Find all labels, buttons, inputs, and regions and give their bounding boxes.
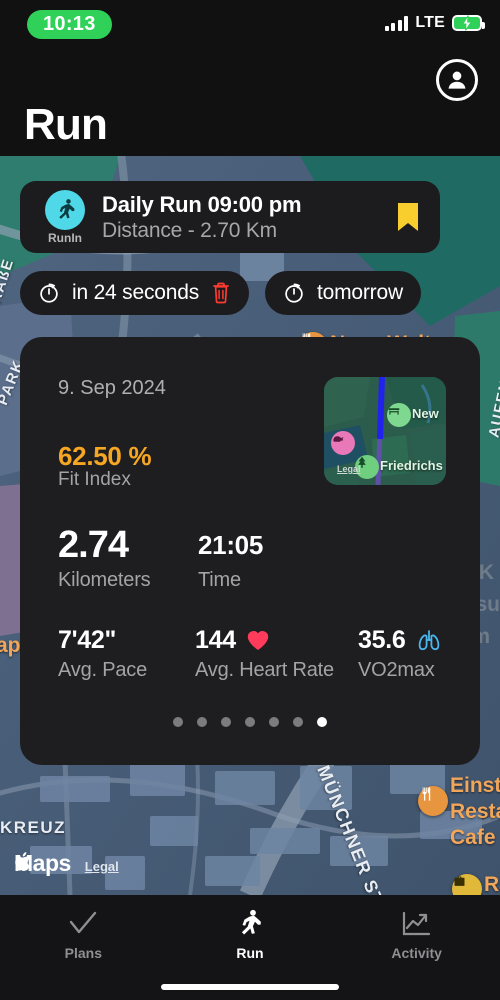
- page-dot-2[interactable]: [221, 717, 231, 727]
- bench-icon: [388, 408, 400, 415]
- thumb-pin-animal: [331, 431, 355, 455]
- timer-chip-in-24-seconds[interactable]: in 24 seconds: [20, 271, 249, 315]
- page-dot-5[interactable]: [293, 717, 303, 727]
- running-person-icon: [236, 909, 264, 939]
- fit-index-value: 62.50 %: [58, 441, 152, 471]
- timer-chip-row: in 24 seconds tomorrow: [20, 271, 421, 315]
- timer-chip-label: tomorrow: [317, 281, 403, 304]
- page-dot-6[interactable]: [317, 717, 327, 727]
- trash-icon[interactable]: [211, 281, 231, 305]
- stat-avg-heart-rate-top: 144: [195, 625, 358, 655]
- tab-activity-label: Activity: [391, 945, 442, 961]
- run-app-name: RunIn: [48, 230, 82, 245]
- account-circle-icon: [448, 71, 466, 89]
- thumb-label-new: New: [412, 406, 439, 421]
- stat-avg-pace-top: 7'42": [58, 625, 195, 655]
- stat-vo2max-top: 35.6: [358, 625, 443, 655]
- page-title: Run: [24, 100, 108, 149]
- stat-avg-pace-value: 7'42": [58, 626, 117, 654]
- run-app-identity: RunIn: [36, 189, 94, 245]
- stat-avg-heart-rate: 144 Avg. Heart Rate: [195, 625, 358, 682]
- stat-time-value: 21:05: [198, 530, 263, 560]
- chart-trend-icon: [402, 909, 432, 939]
- running-person-glyph: [59, 198, 75, 219]
- daily-run-card[interactable]: RunIn Daily Run 09:00 pm Distance - 2.70…: [20, 181, 440, 253]
- primary-stats-row: 2.74 Kilometers 21:05 Time: [58, 525, 458, 592]
- avatar[interactable]: [436, 59, 478, 101]
- tab-plans[interactable]: Plans: [0, 895, 167, 967]
- running-person-icon: [45, 189, 85, 230]
- animal-icon: [333, 436, 344, 442]
- tab-run-label: Run: [236, 945, 264, 961]
- timer-chip-label: in 24 seconds: [72, 281, 199, 304]
- status-indicators: LTE: [384, 14, 485, 32]
- stat-avg-pace: 7'42" Avg. Pace: [58, 625, 195, 682]
- stat-vo2max-value: 35.6: [358, 626, 406, 654]
- stat-vo2max: 35.6 VO2max: [358, 625, 443, 682]
- tab-run[interactable]: Run: [167, 895, 334, 967]
- thumb-label-friedrichs: Friedrichs: [380, 458, 443, 473]
- heart-icon: [247, 631, 269, 650]
- battery-charging-icon: [452, 15, 485, 31]
- apple-logo-icon: [15, 852, 30, 871]
- stat-kilometers: 2.74 Kilometers: [58, 525, 198, 592]
- stat-vo2max-label: VO2max: [358, 659, 435, 681]
- page-indicator-dots[interactable]: [20, 717, 480, 727]
- stat-avg-pace-label: Avg. Pace: [58, 659, 148, 681]
- run-stats-panel[interactable]: 9. Sep 2024 62.50 % Fit Index New Friedr…: [20, 337, 480, 765]
- page-header: Run: [0, 52, 500, 156]
- apple-maps-logo: Maps: [14, 850, 71, 877]
- signal-bars-icon: [384, 15, 409, 31]
- thumb-pin-new: [387, 403, 411, 427]
- bottom-tab-bar: Plans Run Activity: [0, 895, 500, 1000]
- status-bar: 10:13 LTE: [0, 0, 500, 52]
- run-card-text: Daily Run 09:00 pm Distance - 2.70 Km: [102, 192, 396, 243]
- home-indicator: [161, 984, 339, 990]
- lungs-icon: [419, 630, 440, 651]
- legal-link[interactable]: Legal: [85, 859, 119, 877]
- map-attribution: Maps Legal: [14, 850, 119, 877]
- fit-index-label: Fit Index: [58, 469, 131, 490]
- stat-kilometers-top: 2.74: [58, 525, 198, 565]
- timer-icon: [40, 283, 58, 303]
- timer-icon: [285, 283, 303, 303]
- stat-time-label: Time: [198, 569, 241, 591]
- thumb-legal-link[interactable]: Legal: [337, 464, 361, 474]
- page-dot-1[interactable]: [197, 717, 207, 727]
- network-type-label: LTE: [415, 14, 445, 31]
- run-card-subtitle: Distance - 2.70 Km: [102, 218, 277, 242]
- app-screen: PARK STRAßE AUFEN KREUZ MÜNCHNER STRAßE …: [0, 0, 500, 1000]
- run-card-title: Daily Run 09:00 pm: [102, 191, 302, 217]
- bookmark-icon[interactable]: [396, 202, 420, 232]
- page-dot-4[interactable]: [269, 717, 279, 727]
- stat-kilometers-label: Kilometers: [58, 569, 151, 591]
- lightning-bolt-icon: [461, 15, 473, 31]
- tab-activity[interactable]: Activity: [333, 895, 500, 967]
- restaurant-icon: [422, 787, 431, 801]
- timer-chip-tomorrow[interactable]: tomorrow: [265, 271, 421, 315]
- tab-plans-label: Plans: [64, 945, 103, 961]
- run-date: 9. Sep 2024: [58, 377, 166, 399]
- route-map-thumbnail[interactable]: New Friedrichs Legal: [324, 377, 446, 485]
- stat-time-top: 21:05: [198, 525, 263, 565]
- check-icon: [68, 909, 98, 939]
- status-time-pill: 10:13: [27, 10, 112, 39]
- page-dot-3[interactable]: [245, 717, 255, 727]
- secondary-stats-row: 7'42" Avg. Pace 144 Avg. Heart Rate 35.6: [58, 625, 458, 682]
- stat-kilometers-value: 2.74: [58, 524, 129, 566]
- restaurant-pin-einstein[interactable]: [418, 786, 448, 816]
- page-dot-0[interactable]: [173, 717, 183, 727]
- stat-avg-heart-rate-label: Avg. Heart Rate: [195, 659, 334, 681]
- stat-time: 21:05 Time: [198, 525, 263, 592]
- stat-avg-heart-rate-value: 144: [195, 626, 236, 654]
- briefcase-icon: [454, 876, 465, 886]
